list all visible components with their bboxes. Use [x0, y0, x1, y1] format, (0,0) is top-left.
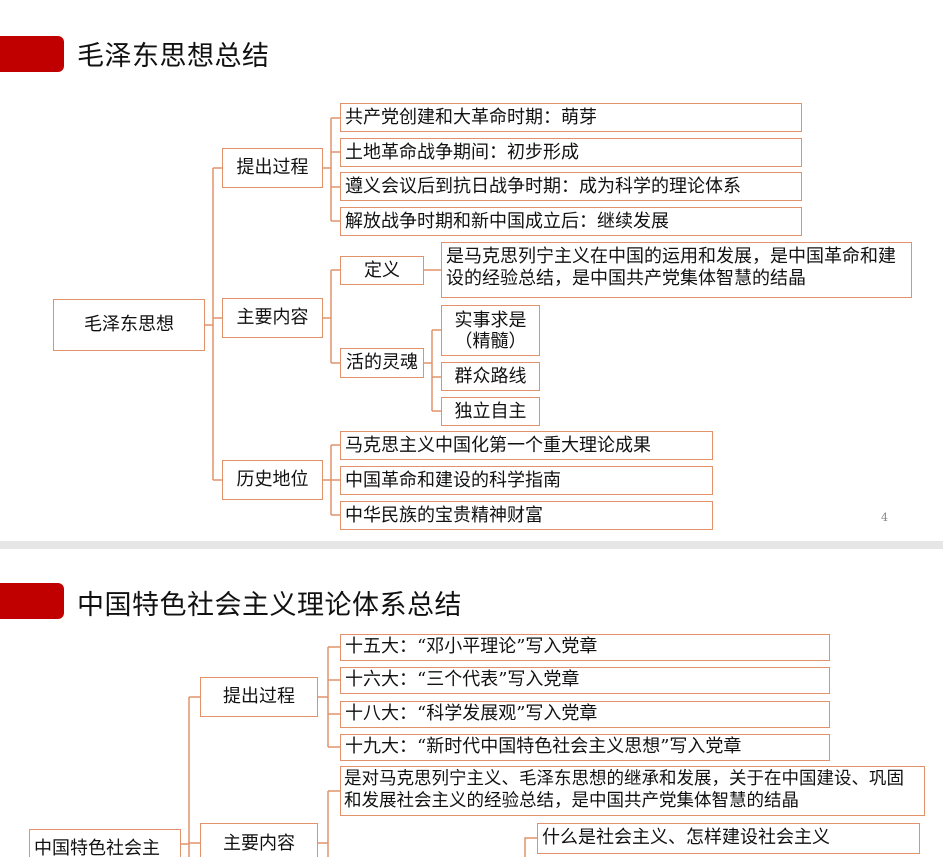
root-node: 中国特色社会主	[29, 829, 181, 857]
process-item: 解放战争时期和新中国成立后：继续发展	[340, 207, 802, 236]
soul-item-independence: 独立自主	[441, 397, 540, 426]
process-item: 十六大：“三个代表”写入党章	[340, 667, 830, 694]
process-item: 十九大：“新时代中国特色社会主义思想”写入党章	[340, 734, 830, 761]
process-item: 十八大：“科学发展观”写入党章	[340, 701, 830, 728]
soul-item-mass-line: 群众路线	[441, 362, 540, 391]
slide-mao-zedong-thought: 毛泽东思想总结 毛泽东思想 提出过程 主要内容 历史地位 共产党创建和大革命时期…	[0, 0, 943, 541]
definition-label: 定义	[340, 256, 424, 285]
title-accent-bar	[0, 583, 64, 619]
definition-text: 是马克思列宁主义在中国的运用和发展，是中国革命和建设的经验总结，是中国共产党集体…	[441, 242, 912, 298]
branch-main-content: 主要内容	[200, 823, 318, 857]
process-item: 遵义会议后到抗日战争时期：成为科学的理论体系	[340, 172, 802, 201]
status-item: 中国革命和建设的科学指南	[340, 466, 713, 495]
branch-proposal-process: 提出过程	[200, 677, 318, 717]
definition-text: 是对马克思列宁主义、毛泽东思想的继承和发展，关于在中国建设、巩固和发展社会主义的…	[340, 766, 925, 816]
slide-title: 中国特色社会主义理论体系总结	[77, 590, 462, 621]
slide-socialism-theory-system: 中国特色社会主义理论体系总结 提出过程 十五大：“邓小平理论”写入党章 十六大：…	[0, 549, 943, 857]
soul-item-seek-truth: 实事求是（精髓）	[441, 305, 540, 356]
slide-title: 毛泽东思想总结	[77, 41, 270, 72]
process-item: 共产党创建和大革命时期：萌芽	[340, 103, 802, 132]
branch-proposal-process: 提出过程	[222, 148, 323, 188]
process-item: 十五大：“邓小平理论”写入党章	[340, 634, 830, 661]
root-node: 毛泽东思想	[53, 299, 205, 351]
question-text: 什么是社会主义、怎样建设社会主义	[537, 823, 920, 854]
process-item: 土地革命战争期间：初步形成	[340, 138, 802, 167]
page-number: 4	[881, 511, 888, 524]
branch-historical-status: 历史地位	[222, 460, 323, 500]
status-item: 中华民族的宝贵精神财富	[340, 501, 713, 530]
living-soul-label: 活的灵魂	[340, 348, 424, 378]
title-accent-bar	[0, 36, 64, 72]
status-item: 马克思主义中国化第一个重大理论成果	[340, 431, 713, 460]
branch-main-content: 主要内容	[222, 298, 323, 338]
